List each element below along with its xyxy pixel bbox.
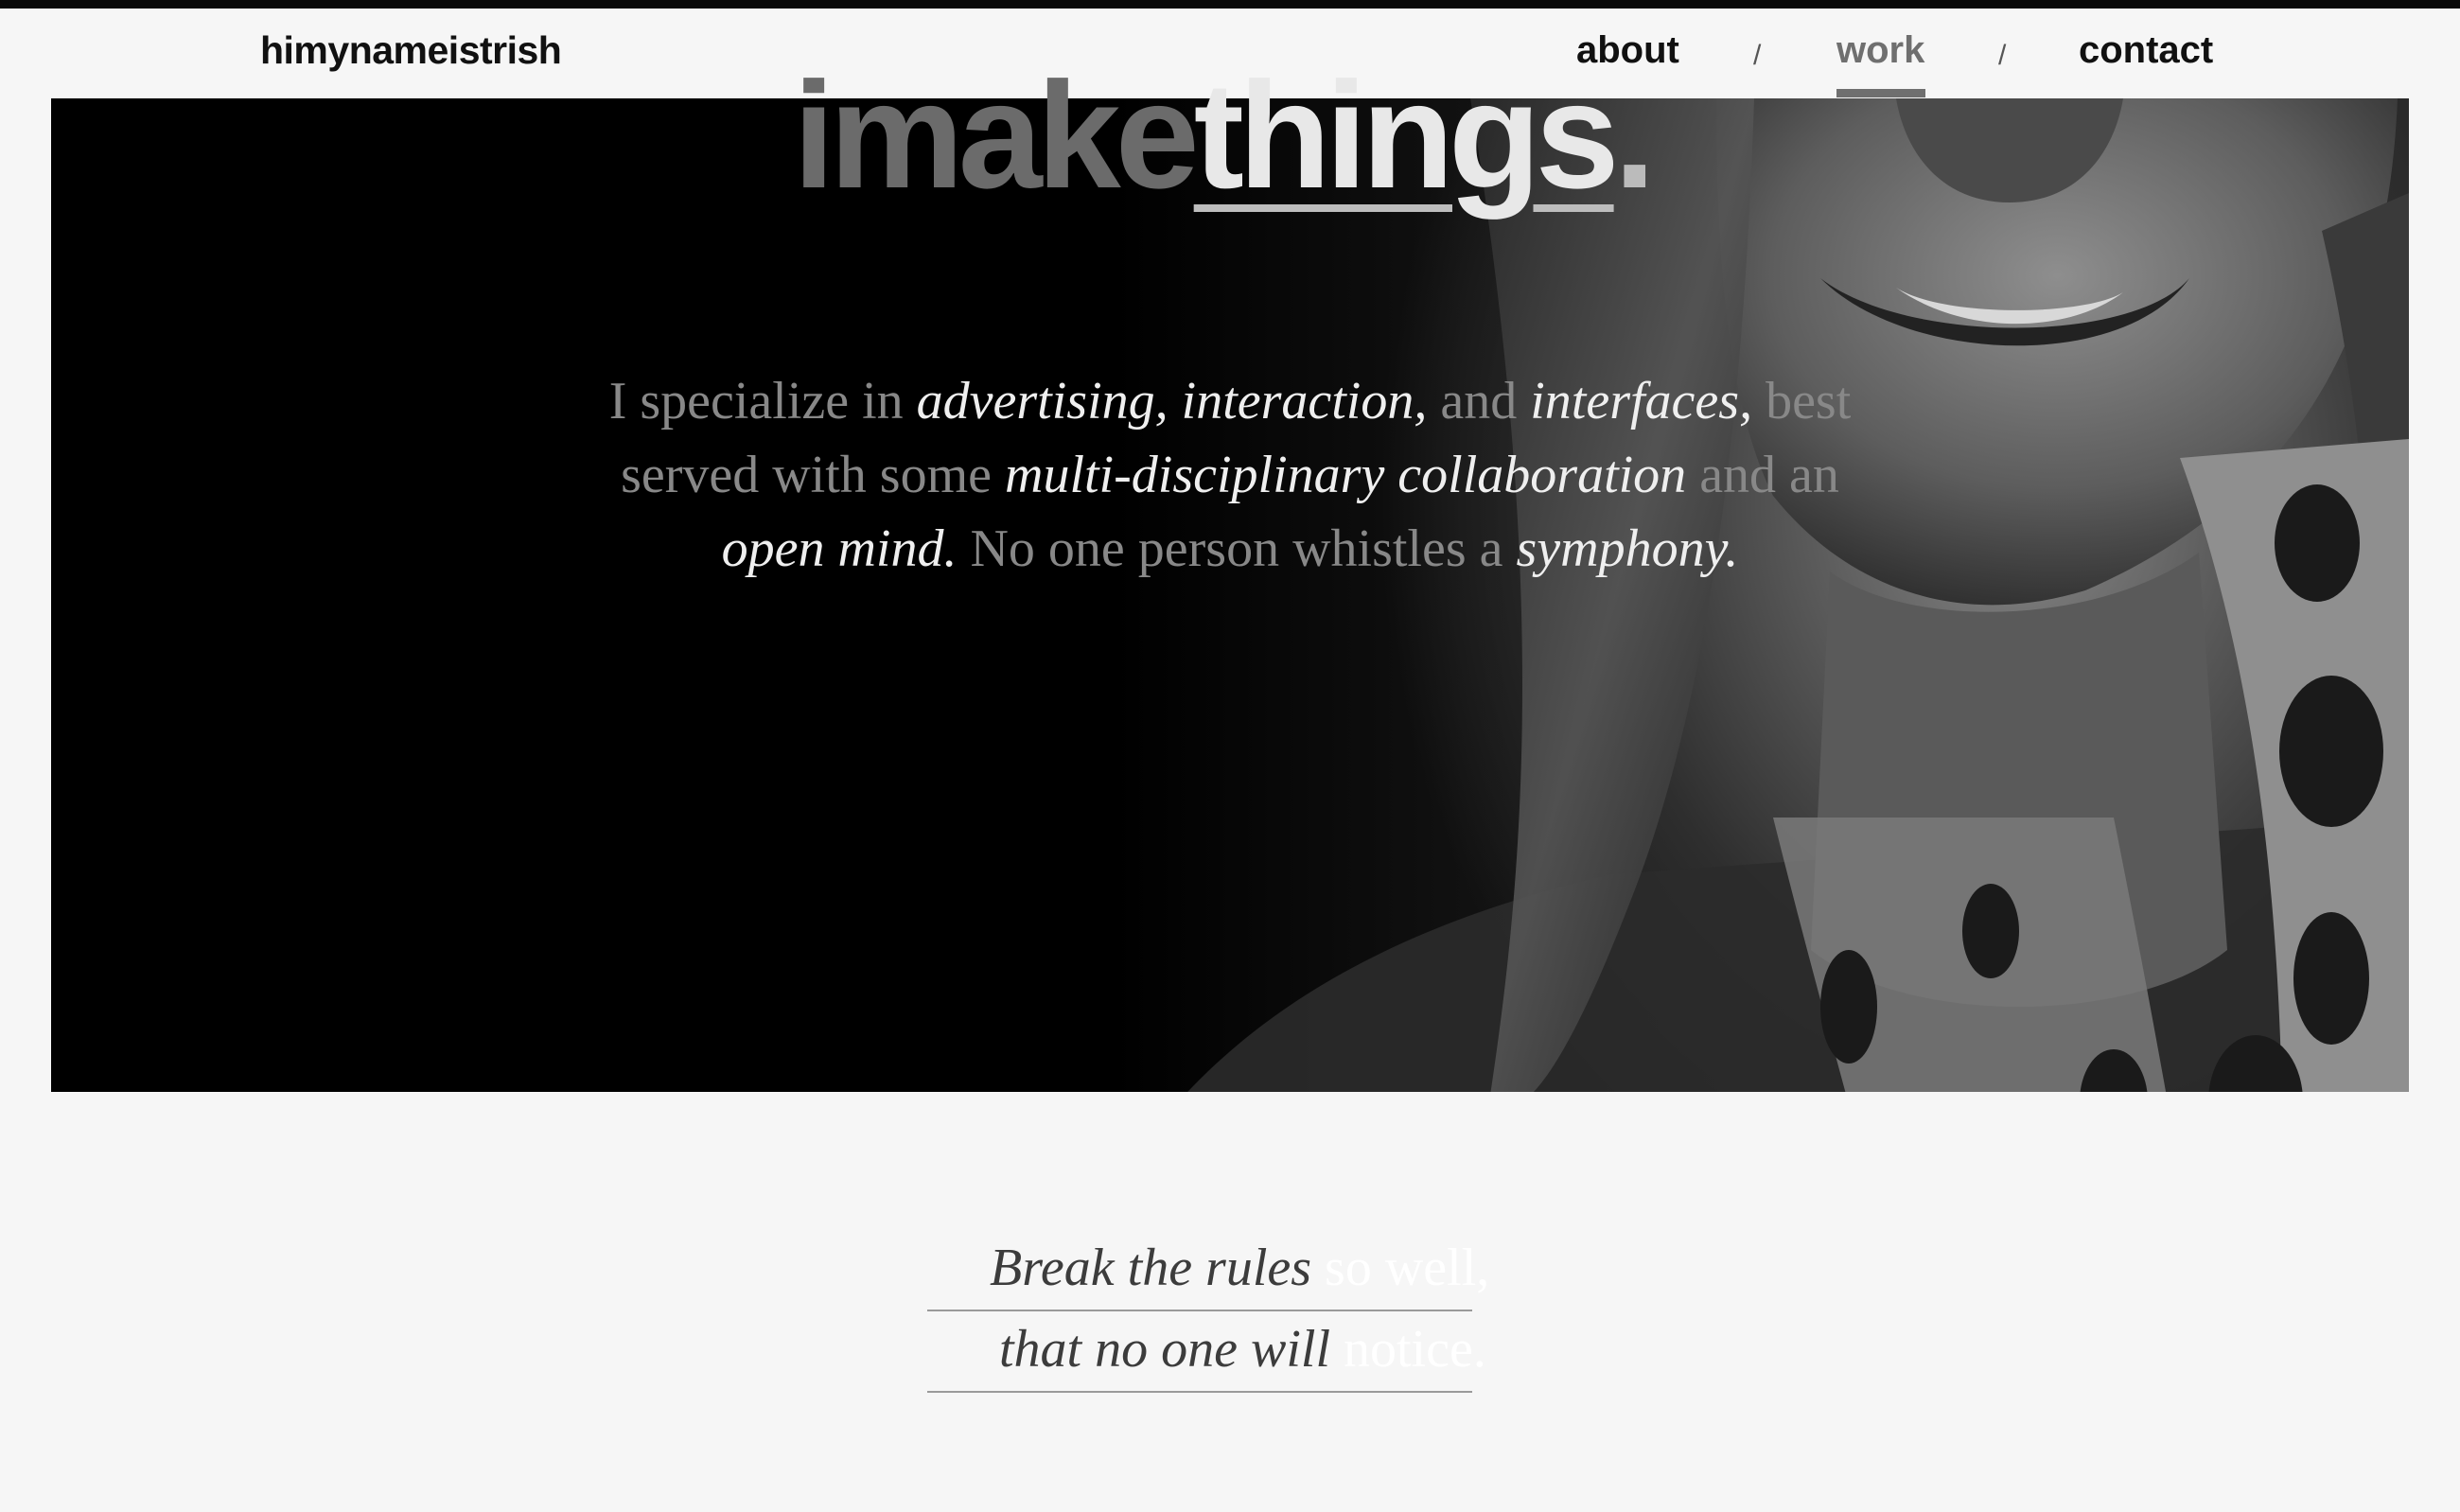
intro-text: and an: [1686, 446, 1839, 504]
intro-emphasis: multi-disciplinary collaboration: [1005, 446, 1687, 504]
quote-line-1: Break the rules so well,: [927, 1230, 1489, 1311]
quote-line-2: that no one will notice.: [927, 1311, 1486, 1393]
portrait-photo: [1187, 98, 2409, 1092]
nav-separator: /: [1753, 40, 1762, 71]
intro-text: No one person whistles a: [957, 519, 1517, 578]
nav-work[interactable]: work: [1836, 23, 1924, 78]
top-rule: [0, 0, 2460, 9]
intro-emphasis: symphony.: [1516, 519, 1739, 578]
intro-text: I specialize in: [608, 372, 917, 431]
site-logo[interactable]: himynameistrish: [260, 23, 562, 78]
quote-plain: notice.: [1330, 1320, 1486, 1379]
intro-paragraph: I specialize in advertising, interaction…: [606, 364, 1854, 586]
quote-italic: Break the rules: [990, 1239, 1312, 1297]
headline-bold-word: things: [1193, 50, 1620, 220]
nav-contact[interactable]: contact: [2079, 23, 2213, 78]
intro-text: and: [1427, 372, 1531, 431]
quote-block: Break the rules so well, that no one wil…: [927, 1230, 1533, 1393]
headline-dot: .: [1613, 50, 1657, 220]
quote-plain: so well,: [1311, 1239, 1490, 1297]
intro-emphasis: open mind.: [721, 519, 958, 578]
quote-italic: that no one will: [999, 1320, 1330, 1379]
hero-section: [51, 98, 2409, 1092]
intro-emphasis: interfaces,: [1530, 372, 1753, 431]
active-nav-indicator: [1836, 89, 1925, 97]
nav-separator: /: [1998, 40, 2007, 71]
intro-emphasis: advertising, interaction,: [916, 372, 1428, 431]
hero-headline: imakethings.: [793, 60, 1656, 211]
headline-light-word: imake: [793, 50, 1200, 220]
